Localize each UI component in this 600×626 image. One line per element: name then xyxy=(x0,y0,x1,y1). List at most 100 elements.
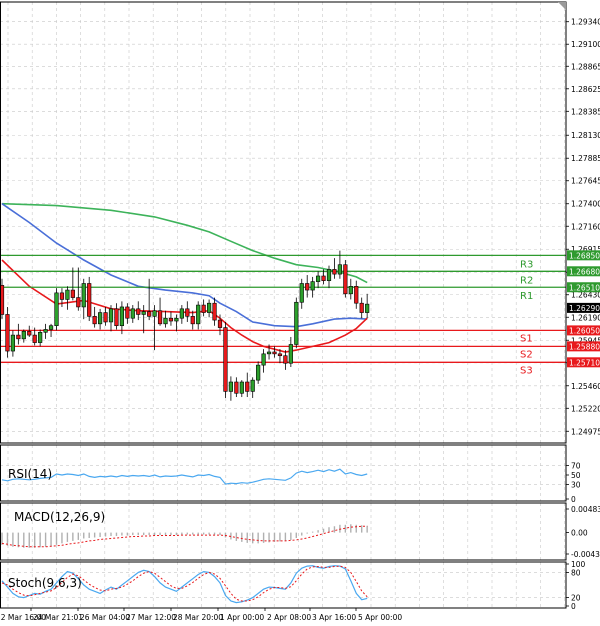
candle-body xyxy=(228,381,234,392)
level-tag-value: 1.26510 xyxy=(569,283,600,292)
candle-body xyxy=(305,283,310,291)
rsi-ytick-label: 50 xyxy=(571,471,581,480)
main-ytick-label: 1.25220 xyxy=(571,404,600,413)
candle-body xyxy=(217,319,223,328)
candle-body xyxy=(10,334,16,352)
level-tag-value: 1.26680 xyxy=(569,267,600,276)
level-label-r1: R1 xyxy=(520,291,533,302)
candle-body xyxy=(163,317,168,325)
candle-body xyxy=(321,275,326,281)
candle-body xyxy=(337,264,343,275)
level-label-s2: S2 xyxy=(520,349,533,360)
candle-body xyxy=(250,379,255,392)
level-tags: 1.26850 1.26680 1.26510 1.26290 1.26050 1.258… xyxy=(567,250,600,368)
candle-body xyxy=(38,331,43,343)
candle-body xyxy=(32,334,37,343)
level-label-r3: R3 xyxy=(520,259,533,270)
candle-body xyxy=(245,381,250,392)
candle-body xyxy=(65,289,70,300)
level-tag-value: 1.26050 xyxy=(569,327,600,336)
main-ytick-label: 1.27645 xyxy=(571,177,600,186)
candle-body xyxy=(114,308,119,327)
xaxis-tick-label: 24 Mar 21:01 xyxy=(33,613,83,622)
main-ytick-label: 1.28385 xyxy=(571,107,600,116)
candle-body xyxy=(201,304,206,313)
main-ytick-label: 1.27160 xyxy=(571,222,600,231)
rsi-ytick-label: 30 xyxy=(571,481,581,490)
candle-body xyxy=(326,269,332,281)
candle-body xyxy=(152,310,157,317)
candle-body xyxy=(81,283,86,308)
main-ytick-label: 1.29340 xyxy=(571,18,600,27)
candle-body xyxy=(59,292,65,300)
macd-ytick-label: -0.004377 xyxy=(571,550,600,559)
candle-body xyxy=(103,312,108,323)
main-ytick-label: 1.26190 xyxy=(571,313,600,322)
candle-body xyxy=(365,303,370,313)
stoch-ytick-label: 80 xyxy=(571,568,581,577)
candle-body xyxy=(168,317,174,322)
candle-body xyxy=(108,308,114,323)
level-tag-value: 1.26290 xyxy=(569,304,600,313)
level-tag-value: 1.25880 xyxy=(569,343,600,352)
candle-body xyxy=(212,302,217,321)
candle-body xyxy=(272,351,277,355)
candle-body xyxy=(43,329,48,333)
candle-body xyxy=(359,302,364,313)
candle-body xyxy=(315,275,321,282)
macd-title: MACD(12,26,9) xyxy=(14,510,105,524)
level-tag-value: 1.25710 xyxy=(569,359,600,368)
candle-body xyxy=(119,306,124,327)
rsi-ytick-label: 70 xyxy=(571,461,581,470)
candle-body xyxy=(277,353,283,357)
xaxis-tick-label: 1 Apr 00:00 xyxy=(220,613,264,622)
chart-root: 1.29340 1.29100 1.28865 1.28625 1.28385 1.281… xyxy=(0,0,600,626)
candle-body xyxy=(261,353,266,366)
candle-body xyxy=(343,264,348,295)
candle-body xyxy=(239,381,244,394)
candle-body xyxy=(299,283,304,303)
macd-ytick-label: 0.00483 xyxy=(571,505,600,514)
main-ytick-label: 1.28865 xyxy=(571,62,600,71)
candle-body xyxy=(234,381,239,394)
candle-body xyxy=(147,311,152,317)
candle-body xyxy=(5,314,10,352)
level-label-r2: R2 xyxy=(520,275,533,286)
candle-body xyxy=(16,334,21,340)
candle-body xyxy=(98,312,103,325)
candle-body xyxy=(196,304,201,325)
candle-body xyxy=(27,331,32,336)
main-ytick-label: 1.29100 xyxy=(571,40,600,49)
xaxis-tick-label: 27 Mar 12:00 xyxy=(126,613,176,622)
candle-body xyxy=(70,289,75,298)
level-tag-value: 1.26850 xyxy=(569,252,600,261)
candle-body xyxy=(354,286,359,304)
candle-body xyxy=(294,301,299,345)
rsi-title: RSI(14) xyxy=(8,467,52,481)
candle-body xyxy=(125,306,130,319)
level-label-s1: S1 xyxy=(520,333,533,344)
candle-body xyxy=(179,308,184,319)
candle-body xyxy=(130,308,135,319)
macd-ytick-label: 0.00 xyxy=(571,529,588,538)
candle-body xyxy=(288,344,293,364)
level-label-s3: S3 xyxy=(520,365,533,376)
main-ytick-label: 1.28130 xyxy=(571,131,600,140)
candle-body xyxy=(157,310,163,325)
main-ytick-label: 1.27400 xyxy=(571,200,600,209)
candle-body xyxy=(174,317,179,322)
candle-body xyxy=(348,286,353,295)
rsi-ytick-label: 0 xyxy=(571,495,576,504)
xaxis-tick-label: 5 Apr 00:00 xyxy=(358,613,402,622)
candle-body xyxy=(48,325,54,330)
candle-body xyxy=(283,355,288,364)
candle-body xyxy=(54,292,59,327)
candle-body xyxy=(136,308,141,315)
candle-body xyxy=(266,351,272,355)
candle-body xyxy=(223,327,228,392)
main-ytick-label: 1.27885 xyxy=(571,154,600,163)
main-ytick-label: 1.24975 xyxy=(571,427,600,436)
xaxis-tick-label: 26 Mar 04:00 xyxy=(80,613,130,622)
candle-body xyxy=(76,297,81,308)
xaxis-tick-label: 2 Apr 08:00 xyxy=(267,613,311,622)
